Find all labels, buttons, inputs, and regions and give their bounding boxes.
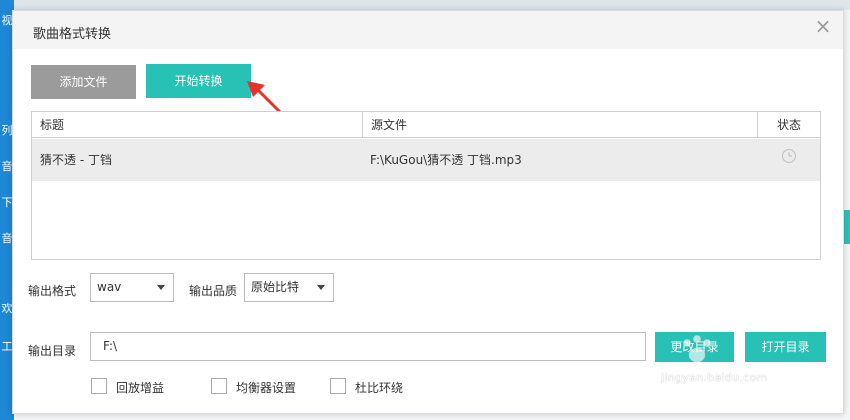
add-file-button[interactable]: 添加文件 (31, 65, 136, 99)
close-icon[interactable]: × (811, 15, 835, 39)
watermark-url: jingyan.baidu.com (661, 371, 768, 384)
background-frame (0, 0, 850, 10)
equalizer-label: 均衡器设置 (236, 381, 297, 395)
dialog-title: 歌曲格式转换 (33, 27, 112, 42)
format-convert-dialog: 歌曲格式转换 × 添加文件 开始转换 标题 源文件 状态 猜不透 - 丁铛 F:… (12, 10, 844, 414)
output-format-label: 输出格式 (28, 284, 77, 298)
table-header: 标题 源文件 状态 (32, 112, 820, 138)
chevron-down-icon (157, 285, 165, 290)
change-dir-button[interactable]: 更改目录 (655, 332, 734, 362)
replay-gain-checkbox[interactable] (91, 378, 107, 394)
dialog-header: 歌曲格式转换 × (13, 11, 843, 49)
output-quality-select[interactable]: 原始比特 (244, 273, 334, 302)
column-header-title[interactable]: 标题 (32, 112, 362, 138)
output-dir-label: 输出目录 (28, 344, 77, 358)
start-convert-button[interactable]: 开始转换 (146, 64, 251, 98)
output-format-select[interactable]: wav (90, 273, 174, 302)
dolby-label: 杜比环绕 (355, 381, 404, 395)
output-quality-label: 输出品质 (189, 284, 238, 298)
output-format-value: wav (97, 280, 122, 294)
output-quality-value: 原始比特 (251, 280, 300, 294)
table-row[interactable]: 猜不透 - 丁铛 F:\KuGou\猜不透 丁铛.mp3 (32, 139, 820, 181)
column-header-status[interactable]: 状态 (757, 112, 820, 138)
file-table: 标题 源文件 状态 猜不透 - 丁铛 F:\KuGou\猜不透 丁铛.mp3 (31, 111, 821, 260)
equalizer-option[interactable]: 均衡器设置 (211, 378, 321, 395)
cell-source: F:\KuGou\猜不透 丁铛.mp3 (370, 153, 522, 167)
dolby-option[interactable]: 杜比环绕 (330, 378, 420, 395)
replay-gain-label: 回放增益 (116, 381, 165, 395)
equalizer-checkbox[interactable] (211, 378, 227, 394)
column-header-source[interactable]: 源文件 (362, 112, 757, 138)
output-dir-input[interactable]: F:\ (90, 332, 646, 361)
dolby-checkbox[interactable] (330, 378, 346, 394)
replay-gain-option[interactable]: 回放增益 (91, 378, 181, 395)
clock-icon (781, 148, 796, 164)
cell-status (757, 139, 820, 181)
open-dir-button[interactable]: 打开目录 (745, 332, 826, 362)
chevron-down-icon (317, 285, 325, 290)
cell-title: 猜不透 - 丁铛 (40, 153, 112, 167)
